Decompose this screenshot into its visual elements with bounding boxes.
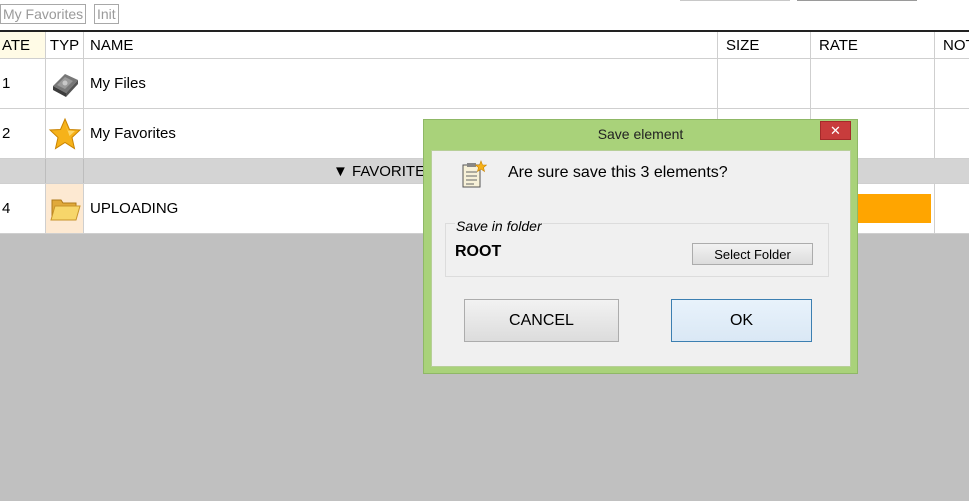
cancel-button[interactable]: CANCEL xyxy=(464,299,619,342)
column-header-name[interactable]: NAME xyxy=(84,32,718,58)
close-button[interactable]: ✕ xyxy=(820,121,851,140)
row-size xyxy=(718,59,811,108)
row-rate xyxy=(811,59,935,108)
table-row[interactable]: 1 My Files xyxy=(0,59,969,109)
star-icon xyxy=(46,109,84,158)
column-header-ate[interactable]: ATE xyxy=(0,32,46,58)
top-divider xyxy=(680,0,790,1)
column-header-note[interactable]: NOT xyxy=(935,32,969,58)
select-folder-button[interactable]: Select Folder xyxy=(692,243,813,265)
row-note xyxy=(935,59,969,108)
dialog-message: Are sure save this 3 elements? xyxy=(508,164,728,181)
group-type-cell xyxy=(46,159,84,183)
column-header-type[interactable]: TYP xyxy=(46,32,84,58)
save-element-dialog: Save element ✕ Are sure save this 3 elem… xyxy=(423,119,858,374)
top-tab-strip: My Favorites Init xyxy=(0,0,969,32)
tab-my-favorites[interactable]: My Favorites xyxy=(0,4,87,24)
tab-init[interactable]: Init xyxy=(94,4,119,24)
row-id: 1 xyxy=(0,59,46,108)
folder-value: ROOT xyxy=(455,243,502,260)
row-id: 4 xyxy=(0,184,46,233)
column-header-size[interactable]: SIZE xyxy=(718,32,811,58)
row-note xyxy=(935,109,969,158)
folder-legend: Save in folder xyxy=(455,218,543,234)
column-header-rate[interactable]: RATE xyxy=(811,32,935,58)
row-id: 2 xyxy=(0,109,46,158)
table-header: ATE TYP NAME SIZE RATE NOT xyxy=(0,32,969,59)
group-id-cell xyxy=(0,159,46,183)
dialog-body: Are sure save this 3 elements? Save in f… xyxy=(431,150,851,367)
row-note xyxy=(935,184,969,233)
folder-icon xyxy=(46,184,84,233)
row-name: My Files xyxy=(84,59,718,108)
save-folder-group: Save in folder ROOT Select Folder xyxy=(445,218,829,277)
hard-drive-icon xyxy=(46,59,84,108)
ok-button[interactable]: OK xyxy=(671,299,812,342)
dialog-title: Save element xyxy=(597,126,684,142)
top-divider xyxy=(797,0,917,1)
clipboard-star-icon xyxy=(459,160,488,195)
